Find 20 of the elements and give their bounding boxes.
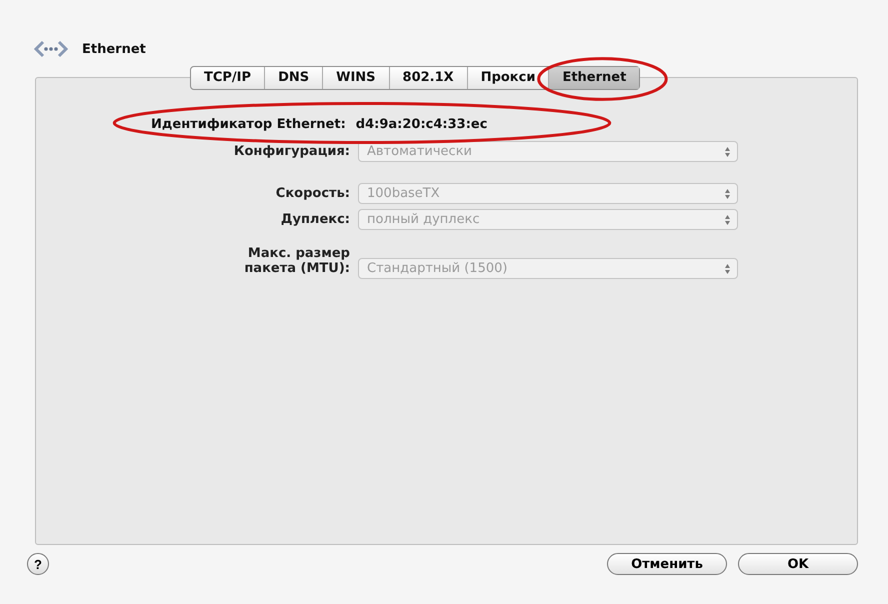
network-icon — [34, 39, 68, 59]
help-button[interactable]: ? — [27, 553, 49, 575]
stepper-arrows-icon — [724, 262, 731, 274]
ethernet-id-label: Идентификатор Ethernet: — [151, 116, 346, 132]
tab[interactable]: TCP/IP — [191, 67, 264, 89]
field-label: Макс. размер пакета (MTU): — [243, 246, 350, 278]
stepper-arrows-icon — [724, 188, 731, 200]
tab[interactable]: DNS — [264, 67, 322, 89]
field-label: Скорость: — [274, 186, 350, 203]
stepper-arrows-icon — [724, 146, 731, 158]
ethernet-id-value: d4:9a:20:c4:33:ec — [356, 116, 488, 132]
tab[interactable]: 802.1X — [388, 67, 467, 89]
cancel-button[interactable]: Отменить — [607, 553, 727, 575]
window-title: Ethernet — [82, 42, 146, 56]
field-label: Конфигурация: — [232, 144, 350, 161]
stepper-arrows-icon — [724, 214, 731, 226]
tab[interactable]: Ethernet — [548, 67, 640, 89]
field-label: Дуплекс: — [280, 212, 350, 229]
tab[interactable]: WINS — [322, 67, 389, 89]
ok-button[interactable]: OK — [738, 553, 858, 575]
